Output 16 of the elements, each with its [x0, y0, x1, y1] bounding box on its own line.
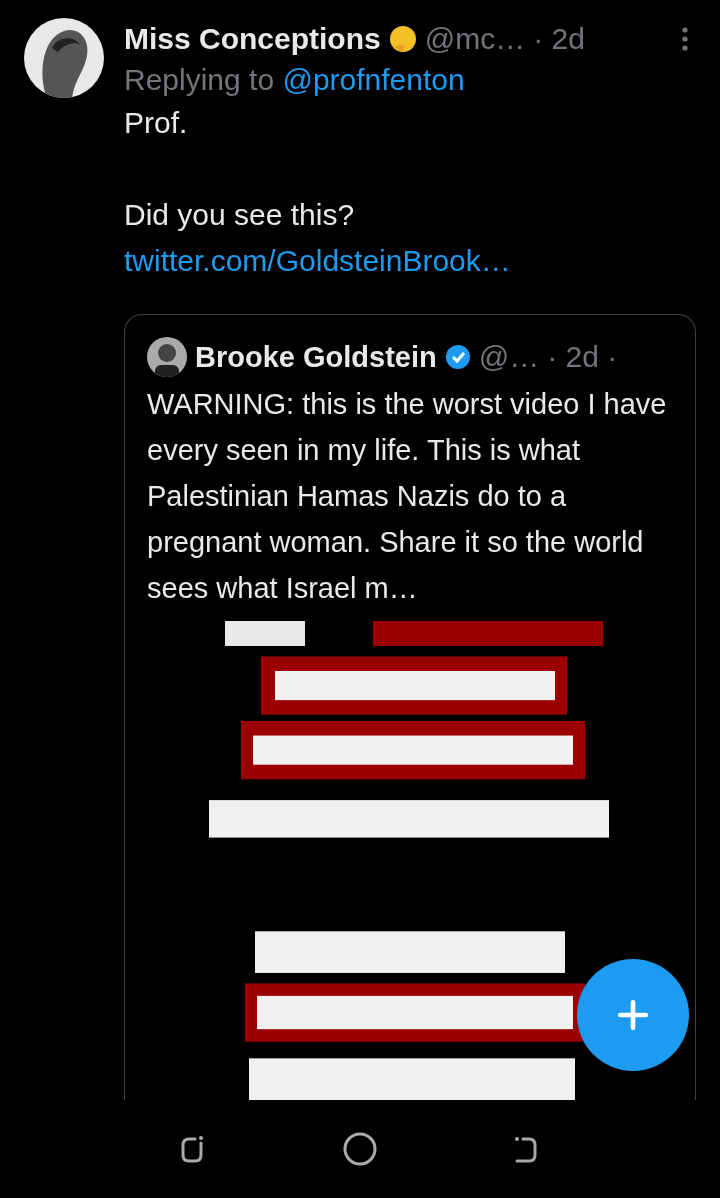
tweet-text: Did you see this? [124, 197, 356, 233]
quoted-handle[interactable]: @… [478, 340, 540, 374]
quoted-avatar[interactable] [147, 337, 187, 377]
tweet-text: Prof. [124, 105, 189, 141]
quoted-timestamp: · 2d · [547, 340, 618, 374]
tweet-link[interactable]: twitter.com/GoldsteinBrook… [124, 244, 511, 277]
timestamp: · 2d [533, 22, 585, 56]
home-icon[interactable] [342, 1131, 378, 1167]
more-icon[interactable] [680, 26, 690, 52]
replying-label: Replying to [124, 63, 275, 96]
mention-link[interactable]: @profnfenton [282, 63, 465, 96]
user-handle[interactable]: @mc… [424, 22, 526, 56]
quoted-author-name[interactable]: Brooke Goldstein [195, 340, 437, 374]
quoted-text: WARNING: this is the worst video I have every seen in my life. This is what Palestinian Hamas Nazis do to a pregnant woman. Share it so the world sees what Israel m… [146, 387, 668, 606]
author-name[interactable]: Miss Conceptions [124, 22, 381, 56]
quoted-tweet-card[interactable]: Brooke Goldstein @… · 2d · WARNING: this is the worst video I have every seen in my life. This is what Palestinian Hamas Nazis do to a pregnant woman. Share it so the world sees what Israel m… [124, 314, 696, 1100]
